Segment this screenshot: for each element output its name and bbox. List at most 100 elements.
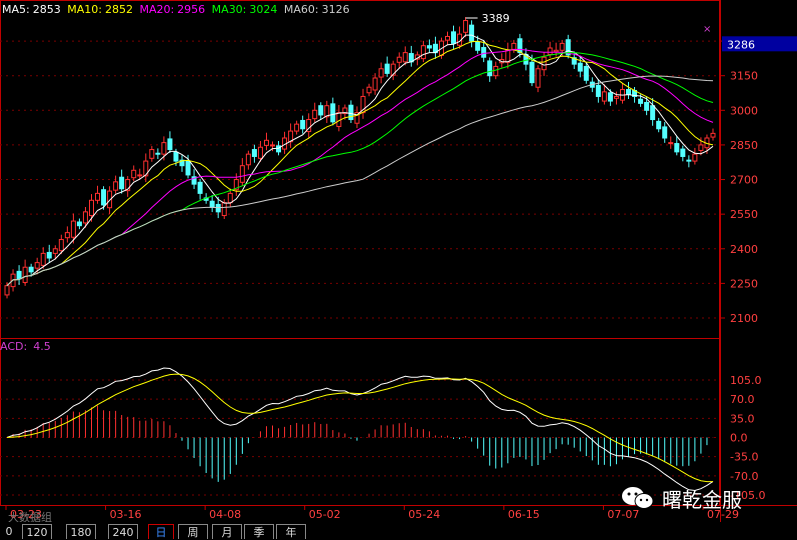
candle-body	[674, 143, 680, 153]
candle-body	[402, 52, 408, 63]
candle-body	[251, 149, 257, 157]
candle-body	[58, 239, 64, 252]
tab-0[interactable]: 0	[0, 524, 18, 539]
ma-legend: MA5: 2853 MA10: 2852 MA20: 2956 MA30: 3024 M…	[2, 3, 353, 16]
candle-body	[595, 84, 601, 97]
price-tick-label: 2550	[730, 208, 758, 221]
ma20-label: MA20:	[139, 3, 175, 16]
candle-body	[52, 248, 58, 254]
tab-month[interactable]: 月	[212, 524, 242, 539]
macd-legend: ACD: 4.5	[0, 340, 57, 353]
date-label: 03-16	[110, 508, 142, 521]
candle-body	[300, 119, 306, 130]
date-label: 06-15	[508, 508, 540, 521]
candle-body	[221, 202, 227, 217]
ma30-label: MA30:	[211, 3, 247, 16]
current-price-label: 3286	[727, 38, 755, 51]
candle-body	[227, 192, 233, 204]
candle-body	[541, 56, 547, 71]
ma60-value: 3126	[321, 3, 350, 16]
candle-body	[583, 65, 589, 81]
candle-body	[481, 47, 487, 58]
candle-body	[698, 144, 704, 151]
candle-body	[173, 151, 179, 162]
tab-day[interactable]: 日	[148, 524, 174, 539]
candle-body	[444, 35, 450, 41]
candle-body	[553, 49, 559, 53]
candle-body	[613, 95, 619, 99]
candle-body	[161, 142, 167, 155]
macd-tick-label: 0.0	[730, 432, 748, 445]
candle-body	[209, 200, 215, 208]
ma5-label: MA5:	[2, 3, 30, 16]
candle-body	[312, 109, 318, 120]
candle-body	[16, 270, 22, 280]
candle-body	[384, 63, 390, 74]
candle-body	[511, 42, 517, 50]
candle-body	[215, 203, 221, 213]
candle-body	[76, 221, 82, 227]
candle-body	[475, 41, 481, 51]
candle-body	[149, 149, 155, 159]
candle-body	[650, 105, 656, 121]
candle-body	[185, 160, 191, 176]
candle-body	[644, 101, 650, 111]
candle-body	[529, 61, 535, 84]
candle-body	[64, 232, 70, 239]
candle-body	[668, 142, 674, 145]
candle-body	[601, 91, 607, 102]
kline-chart[interactable]: 3300315030002850270025502400225021003286…	[0, 0, 797, 540]
candle-body	[245, 153, 251, 166]
date-label: 05-24	[408, 508, 440, 521]
candle-body	[559, 42, 565, 51]
candle-body	[607, 92, 613, 102]
ma5-value: 2853	[32, 3, 61, 16]
candle-body	[366, 86, 372, 94]
dea-line	[6, 373, 713, 483]
candle-body	[4, 285, 10, 296]
candle-body	[686, 159, 692, 162]
candle-body	[451, 31, 457, 44]
price-tick-label: 2700	[730, 174, 758, 187]
candle-body	[270, 144, 276, 147]
candle-body	[469, 24, 475, 42]
candle-body	[167, 138, 173, 151]
candle-body	[119, 176, 125, 190]
candle-body	[113, 181, 119, 191]
candle-body	[197, 181, 203, 194]
candle-body	[70, 220, 76, 238]
candle-body	[680, 148, 686, 157]
candle-body	[95, 192, 101, 201]
candle-body	[505, 49, 511, 63]
macd-tick-label: -70.0	[730, 470, 758, 483]
period-tabs: 0 120 180 240 日 周 月 季 年	[0, 522, 797, 540]
candle-body	[463, 20, 469, 33]
candle-body	[662, 126, 668, 139]
ma5-line	[6, 34, 714, 287]
price-tick-label: 3150	[730, 70, 758, 83]
ma60-line	[6, 75, 714, 287]
date-label: 05-02	[309, 508, 341, 521]
macd-label: ACD:	[0, 340, 28, 353]
price-panel-frame	[0, 0, 720, 339]
candle-body	[318, 105, 324, 116]
tab-quarter[interactable]: 季	[244, 524, 274, 539]
close-icon[interactable]: ×	[703, 24, 711, 35]
wechat-icon	[621, 485, 655, 511]
ma20-line	[6, 48, 714, 287]
tab-180[interactable]: 180	[66, 524, 96, 539]
tab-year[interactable]: 年	[276, 524, 306, 539]
tab-240[interactable]: 240	[108, 524, 138, 539]
price-tick-label: 2400	[730, 243, 758, 256]
candle-body	[137, 174, 143, 177]
candle-body	[28, 266, 34, 273]
candle-body	[710, 132, 716, 138]
tab-week[interactable]: 周	[178, 524, 208, 539]
candle-body	[638, 98, 644, 104]
macd-value: 4.5	[33, 340, 51, 353]
peak-label: 3389	[482, 12, 510, 25]
candle-body	[46, 251, 52, 259]
tab-120[interactable]: 120	[22, 524, 52, 539]
ma60-label: MA60:	[283, 3, 319, 16]
candle-body	[487, 60, 493, 77]
